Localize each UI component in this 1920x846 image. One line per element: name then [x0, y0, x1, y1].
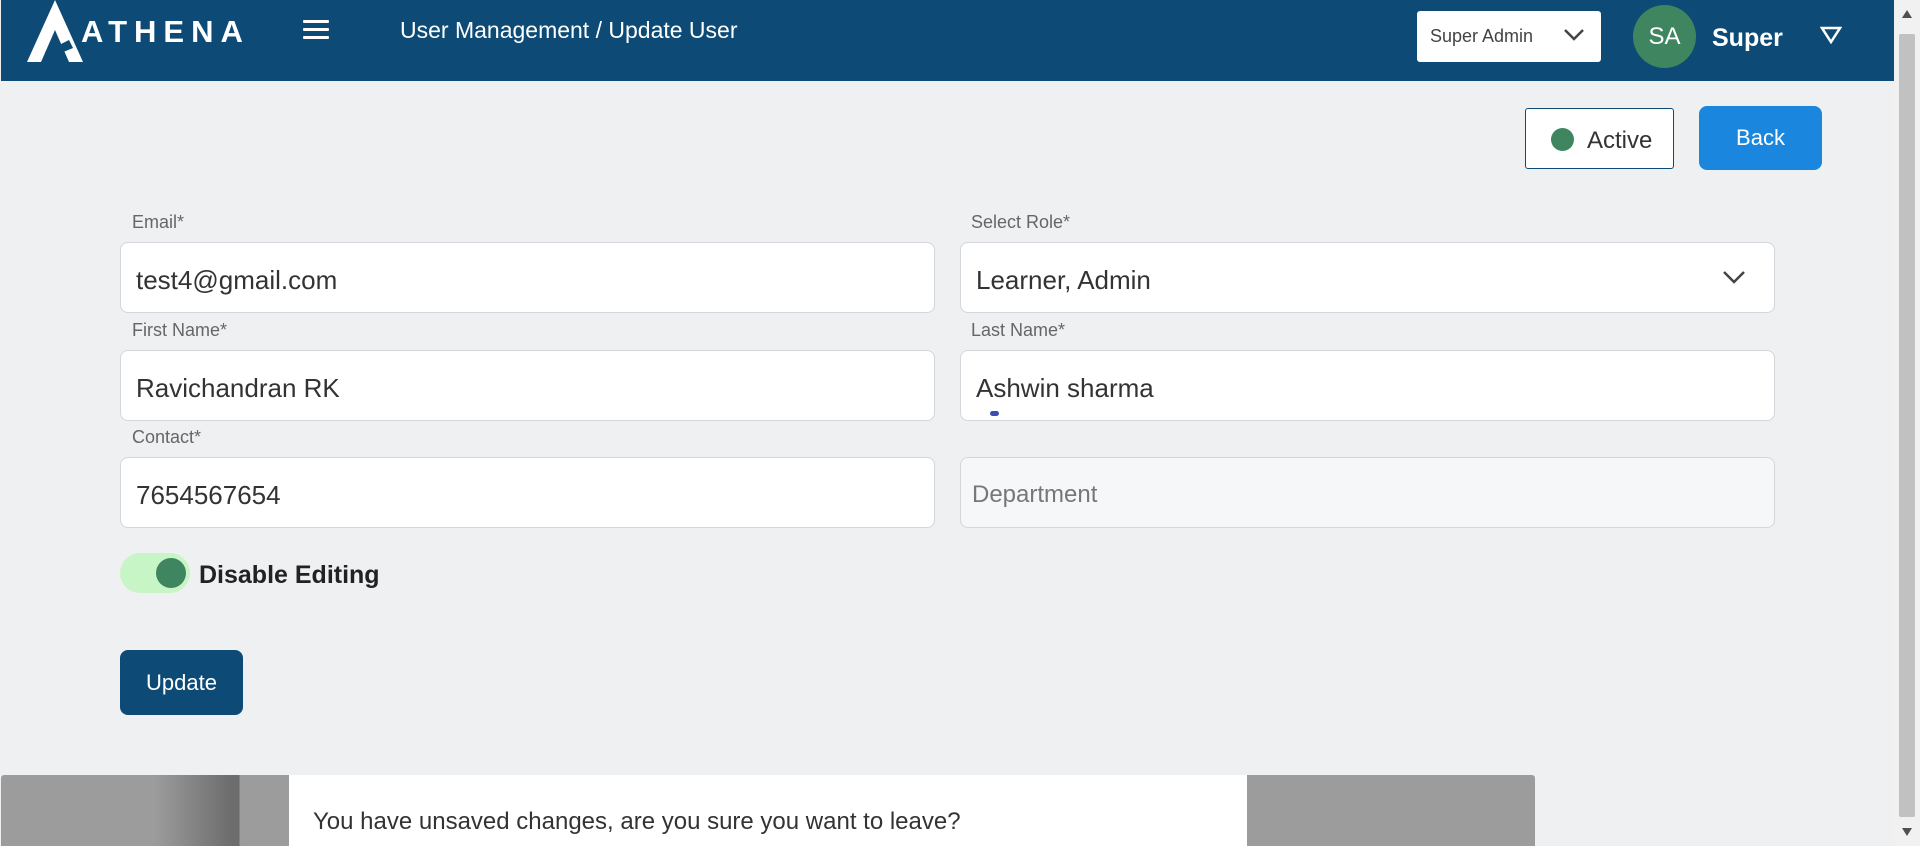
- status-label: Active: [1587, 127, 1653, 154]
- user-name[interactable]: Super: [1712, 24, 1783, 53]
- chevron-down-icon: [1723, 271, 1745, 284]
- scroll-thumb[interactable]: [1899, 34, 1915, 817]
- breadcrumb: User Management / Update User: [400, 17, 738, 43]
- email-value: test4@gmail.com: [136, 265, 338, 295]
- department-placeholder: Department: [972, 481, 1098, 508]
- status-toggle-button[interactable]: Active: [1525, 108, 1674, 169]
- last-name-label: Last Name*: [971, 320, 1066, 340]
- scroll-down-arrow-icon[interactable]: [1902, 828, 1912, 836]
- disable-editing-label: Disable Editing: [199, 561, 380, 589]
- contact-value: 7654567654: [136, 480, 281, 510]
- role-value: Learner, Admin: [976, 265, 1151, 295]
- hamburger-menu-icon[interactable]: [303, 20, 329, 40]
- role-label: Select Role*: [971, 212, 1071, 232]
- scroll-up-arrow-icon[interactable]: [1902, 10, 1912, 18]
- role-switcher-value: Super Admin: [1430, 26, 1534, 46]
- email-field[interactable]: test4@gmail.com: [120, 242, 935, 313]
- role-select[interactable]: Learner, Admin: [960, 242, 1775, 313]
- first-name-value: Ravichandran RK: [136, 373, 340, 403]
- last-name-value: Ashwin sharma: [976, 373, 1154, 403]
- disable-editing-toggle[interactable]: [120, 553, 190, 593]
- page-scrollbar[interactable]: [1894, 0, 1920, 846]
- avatar[interactable]: SA: [1633, 5, 1696, 68]
- contact-field[interactable]: 7654567654: [120, 457, 935, 528]
- logo-mark-icon: [27, 0, 83, 62]
- back-button[interactable]: Back: [1699, 106, 1822, 170]
- first-name-label: First Name*: [132, 320, 228, 340]
- top-header: ATHENA User Management / Update User Sup…: [1, 0, 1894, 81]
- toggle-knob: [156, 558, 186, 588]
- athena-logo[interactable]: ATHENA: [25, 0, 243, 62]
- department-field[interactable]: Department: [960, 457, 1775, 528]
- user-menu-caret-icon[interactable]: [1820, 26, 1842, 44]
- dialog-message: You have unsaved changes, are you sure y…: [313, 808, 961, 835]
- update-button[interactable]: Update: [120, 650, 243, 715]
- role-switcher-select[interactable]: Super Admin: [1417, 11, 1601, 62]
- unsaved-changes-dialog: You have unsaved changes, are you sure y…: [289, 775, 1247, 846]
- chevron-down-icon: [1564, 29, 1584, 41]
- status-dot-icon: [1551, 128, 1574, 151]
- last-name-field[interactable]: Ashwin sharma: [960, 350, 1775, 421]
- text-cursor-handle: [990, 411, 999, 416]
- logo-text: ATHENA: [81, 14, 250, 49]
- email-label: Email*: [132, 212, 185, 232]
- contact-label: Contact*: [132, 427, 202, 447]
- first-name-field[interactable]: Ravichandran RK: [120, 350, 935, 421]
